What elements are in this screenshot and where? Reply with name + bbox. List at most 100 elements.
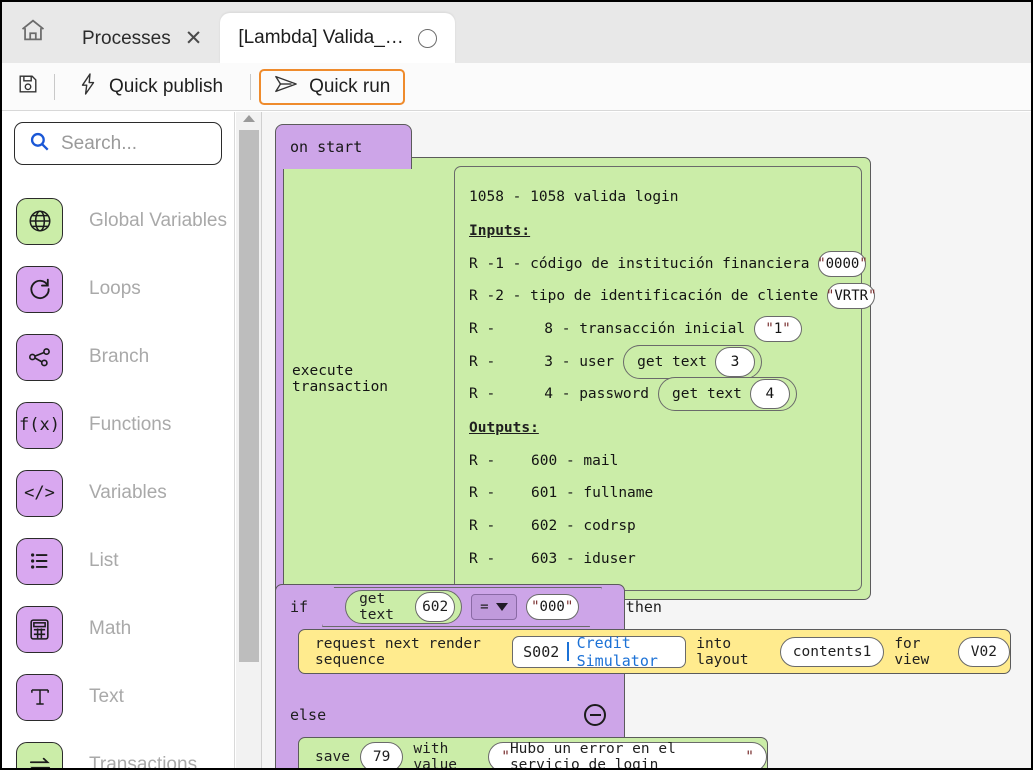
save-middle: with value xyxy=(413,741,478,768)
input-string-field[interactable]: "1" xyxy=(754,316,802,342)
application-window: Processes ✕ [Lambda] Valida_… xyxy=(0,0,1033,770)
sidebar-item-loops[interactable]: Loops xyxy=(2,255,234,323)
block-on-start[interactable]: on start xyxy=(275,124,412,169)
function-fx-icon: f(x) xyxy=(16,402,63,449)
input-index: 1 xyxy=(495,256,504,272)
sidebar-item-label: List xyxy=(89,550,119,572)
if-condition-row: if get text 602 = "000" then xyxy=(276,585,624,629)
sequence-field[interactable]: S002 Credit Simulator xyxy=(512,636,686,668)
on-start-label: on start xyxy=(290,138,362,156)
toolbar-divider-1 xyxy=(54,74,55,100)
sidebar-item-functions[interactable]: f(x) Functions xyxy=(2,391,234,459)
blockly-workspace[interactable]: on start execute transaction 1058 - 1058… xyxy=(262,112,1031,768)
output-index: 600 xyxy=(531,453,557,469)
block-get-text[interactable]: get text 3 xyxy=(623,345,762,379)
input-row-2: R - 2 - tipo de identificación de client… xyxy=(469,280,861,313)
save-floppy-icon xyxy=(17,73,39,100)
triangle-up-icon[interactable] xyxy=(243,115,255,122)
output-name: - fullname xyxy=(566,485,653,501)
sequence-name: Credit Simulator xyxy=(577,634,676,670)
tab-lambda-valida[interactable]: [Lambda] Valida_… xyxy=(220,13,454,63)
operator-dropdown[interactable]: = xyxy=(471,594,516,620)
block-if-else[interactable]: if get text 602 = "000" then xyxy=(275,584,625,768)
sidebar-item-global-variables[interactable]: Global Variables xyxy=(2,187,234,255)
outputs-heading: Outputs: xyxy=(469,411,861,445)
block-get-text[interactable]: get text 4 xyxy=(658,377,797,411)
input-r: R - xyxy=(469,321,531,337)
sidebar-item-label: Math xyxy=(89,618,131,640)
tab-processes[interactable]: Processes ✕ xyxy=(64,14,220,63)
output-name: - mail xyxy=(566,453,618,469)
sidebar-item-transactions[interactable]: Transactions xyxy=(2,731,234,768)
block-comparison[interactable]: get text 602 = "000" xyxy=(322,587,602,627)
input-index: 8 xyxy=(531,321,553,337)
quick-publish-button[interactable]: Quick publish xyxy=(63,69,238,105)
save-value-field[interactable]: "Hubo un error en el servicio de login" xyxy=(488,742,767,768)
else-label: else xyxy=(290,706,326,724)
block-get-text[interactable]: get text 602 xyxy=(345,590,462,624)
quick-run-button[interactable]: Quick run xyxy=(259,69,405,105)
view-field[interactable]: V02 xyxy=(958,637,1010,667)
save-button[interactable] xyxy=(2,63,54,110)
search-input[interactable]: Search... xyxy=(14,122,222,165)
sidebar-item-label: Loops xyxy=(89,278,141,300)
input-row-3: R - 8 - transacción inicial "1" xyxy=(469,313,861,346)
input-string-field[interactable]: "VRTR" xyxy=(827,283,875,309)
sequence-code: S002 xyxy=(523,643,559,661)
operator-label: = xyxy=(480,599,488,615)
sidebar-item-label: Variables xyxy=(89,482,167,504)
sidebar-item-list[interactable]: List xyxy=(2,527,234,595)
sidebar-item-text[interactable]: Text xyxy=(2,663,234,731)
save-prefix: save xyxy=(315,749,350,765)
output-name: - iduser xyxy=(566,551,636,567)
get-text-value[interactable]: 4 xyxy=(750,379,790,409)
input-r: R - xyxy=(469,288,495,304)
input-row-4: R - 3 - user get text 3 xyxy=(469,345,861,378)
minus-circle-icon[interactable] xyxy=(584,704,606,726)
sidebar-item-label: Text xyxy=(89,686,124,708)
calculator-icon xyxy=(16,606,63,653)
search-placeholder: Search... xyxy=(61,133,137,155)
send-paper-plane-icon xyxy=(274,74,298,100)
comparison-string-field[interactable]: "000" xyxy=(526,594,579,620)
block-request-render-sequence[interactable]: request next render sequence S002 Credit… xyxy=(298,629,1011,674)
transaction-details-panel: 1058 - 1058 valida login Inputs: R - 1 -… xyxy=(454,166,862,591)
get-text-value[interactable]: 3 xyxy=(715,347,755,377)
circle-icon[interactable] xyxy=(418,29,437,48)
render-sequence-prefix: request next render sequence xyxy=(315,636,502,668)
input-name: - tipo de identificación de cliente xyxy=(513,288,819,304)
scrollbar-thumb[interactable] xyxy=(239,130,259,662)
render-sequence-middle: into layout xyxy=(696,636,770,668)
output-r: R - xyxy=(469,453,531,469)
get-text-value[interactable]: 602 xyxy=(415,592,455,622)
save-slot-field[interactable]: 79 xyxy=(360,742,403,768)
branch-nodes-icon xyxy=(16,334,63,381)
workspace-scrollbar[interactable] xyxy=(236,112,262,768)
block-save-value[interactable]: save 79 with value "Hubo un error en el … xyxy=(298,737,768,768)
input-r: R - xyxy=(469,256,495,272)
input-name: - password xyxy=(562,386,649,402)
sidebar-item-math[interactable]: Math xyxy=(2,595,234,663)
quick-run-label: Quick run xyxy=(309,76,390,98)
text-t-icon xyxy=(16,674,63,721)
home-button[interactable] xyxy=(2,2,64,63)
block-execute-transaction[interactable]: execute transaction 1058 - 1058 valida l… xyxy=(283,157,871,600)
input-index: 2 xyxy=(495,288,504,304)
layout-field[interactable]: contents1 xyxy=(780,637,885,667)
if-label: if xyxy=(290,598,308,616)
tab-bar: Processes ✕ [Lambda] Valida_… xyxy=(2,2,1031,63)
close-icon[interactable]: ✕ xyxy=(185,28,203,49)
input-string-field[interactable]: "0000" xyxy=(818,251,866,277)
tab-processes-label: Processes xyxy=(82,28,171,50)
then-label: then xyxy=(626,598,662,616)
output-index: 602 xyxy=(531,518,557,534)
output-index: 601 xyxy=(531,485,557,501)
sidebar-item-branch[interactable]: Branch xyxy=(2,323,234,391)
input-r: R - xyxy=(469,354,531,370)
render-sequence-suffix: for view xyxy=(894,636,947,668)
home-icon xyxy=(19,16,47,49)
get-text-label: get text xyxy=(359,591,407,623)
input-name: - código de institución financiera xyxy=(513,256,810,272)
sidebar-item-variables[interactable]: </> Variables xyxy=(2,459,234,527)
output-r: R - xyxy=(469,551,531,567)
